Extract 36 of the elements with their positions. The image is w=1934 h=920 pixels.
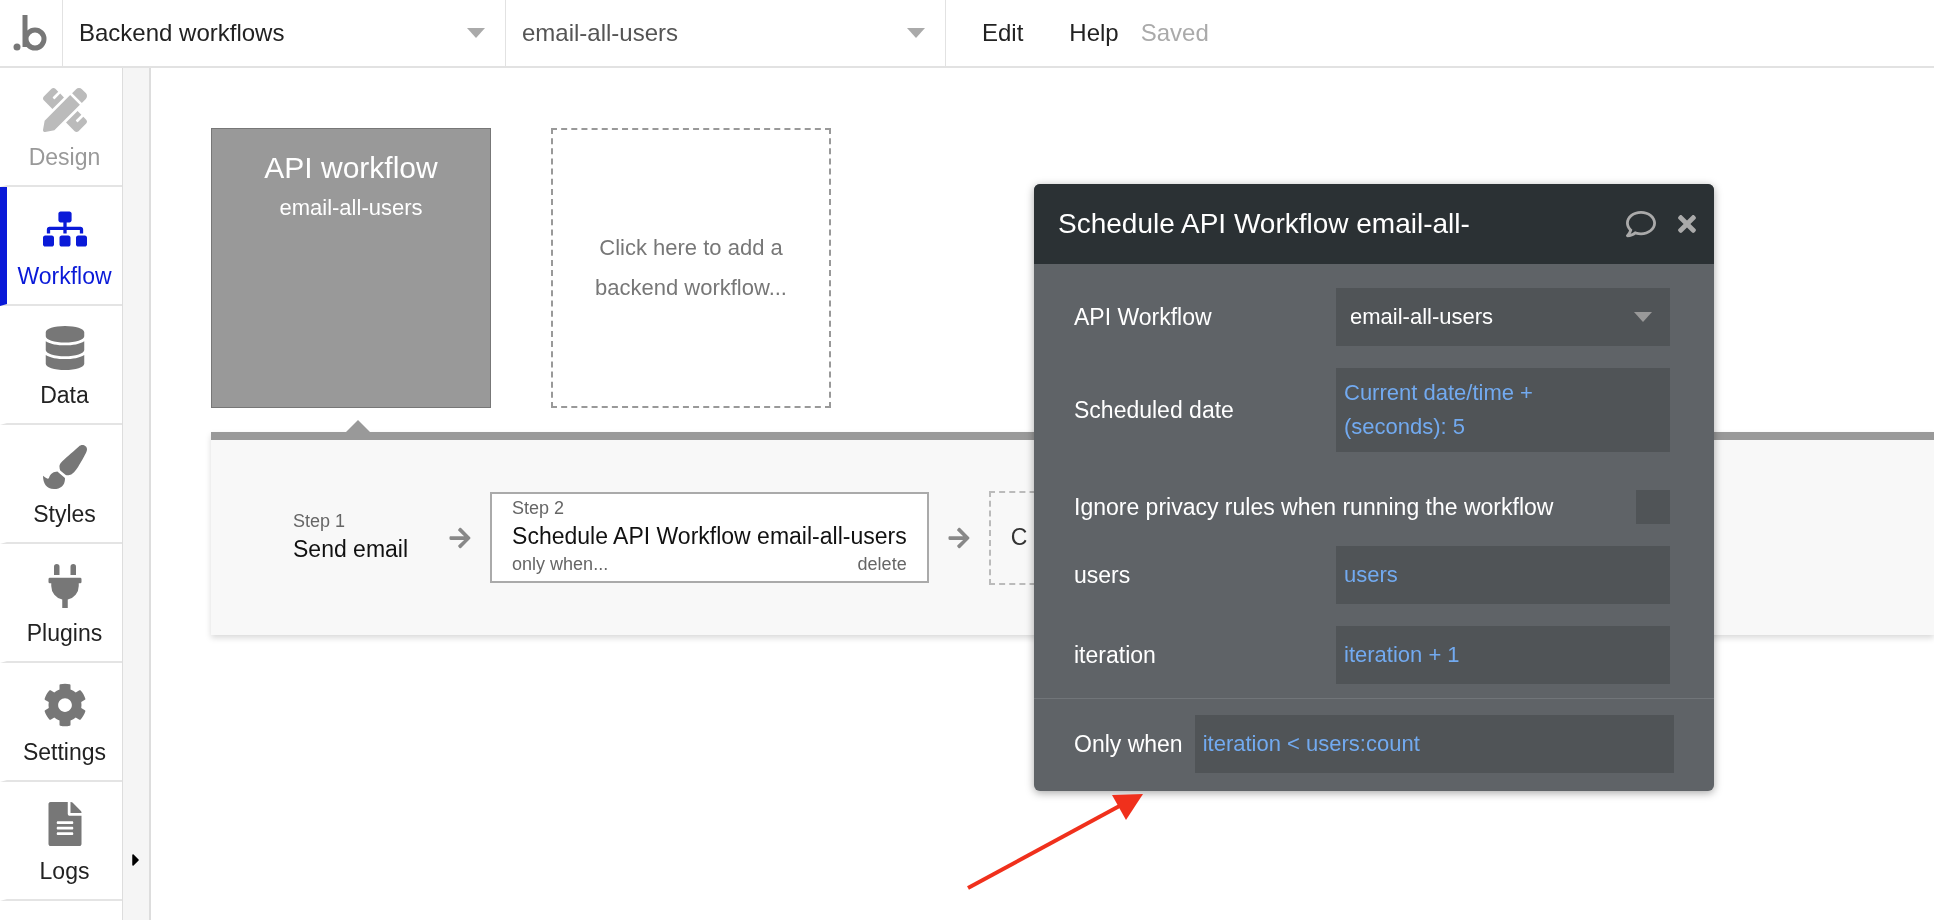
pencil-ruler-icon [42,88,87,132]
field-label: Scheduled date [1074,396,1234,424]
step-label: Step 2 [512,498,566,519]
gear-icon [42,683,87,727]
step-label: Step 1 [293,510,347,532]
menu-item[interactable]: Help [1059,19,1129,47]
field-label: Only when [1074,730,1183,758]
page-dropdown[interactable]: Backend workflows [63,0,506,66]
sidebar-tab[interactable]: Logs [0,782,122,901]
paintbrush-icon [42,445,87,489]
field-label: API Workflow [1074,303,1212,331]
workflow-name: email-all-users [279,195,423,221]
caret-icon [1634,312,1652,322]
step-card[interactable]: Step 2 Schedule API Workflow email-all-users only when... delete [490,492,929,583]
comment-icon[interactable] [1626,209,1656,239]
arrow-icon [448,525,473,550]
only-when-link[interactable]: only when... [512,554,609,575]
workflow-title: API workflow [264,151,438,185]
step-card[interactable]: Step 1 Send email [271,504,431,571]
caret-icon [907,28,925,38]
sidebar-tab[interactable]: Data [0,306,122,425]
workflow-select[interactable]: email-all-users [1336,288,1670,346]
field-label: Ignore privacy rules when running the workflow [1074,493,1554,521]
sidebar-tab[interactable]: Settings [0,663,122,782]
delete-link[interactable]: delete [857,554,907,575]
field-label: iteration [1074,641,1156,669]
step-title: Send email [293,535,409,563]
dialog-title: Schedule API Workflow email-all- [1058,208,1471,240]
menu-item[interactable]: Edit [972,19,1034,47]
save-status: Saved [1140,19,1209,47]
field-label: users [1074,561,1131,589]
add-workflow-card[interactable]: Click here to add a backend workflow... [551,128,831,408]
caret-icon [467,28,485,38]
workflow-dropdown[interactable]: email-all-users [506,0,946,66]
step-title: Schedule API Workflow email-all-users [512,523,907,550]
arrow-icon [946,525,971,550]
